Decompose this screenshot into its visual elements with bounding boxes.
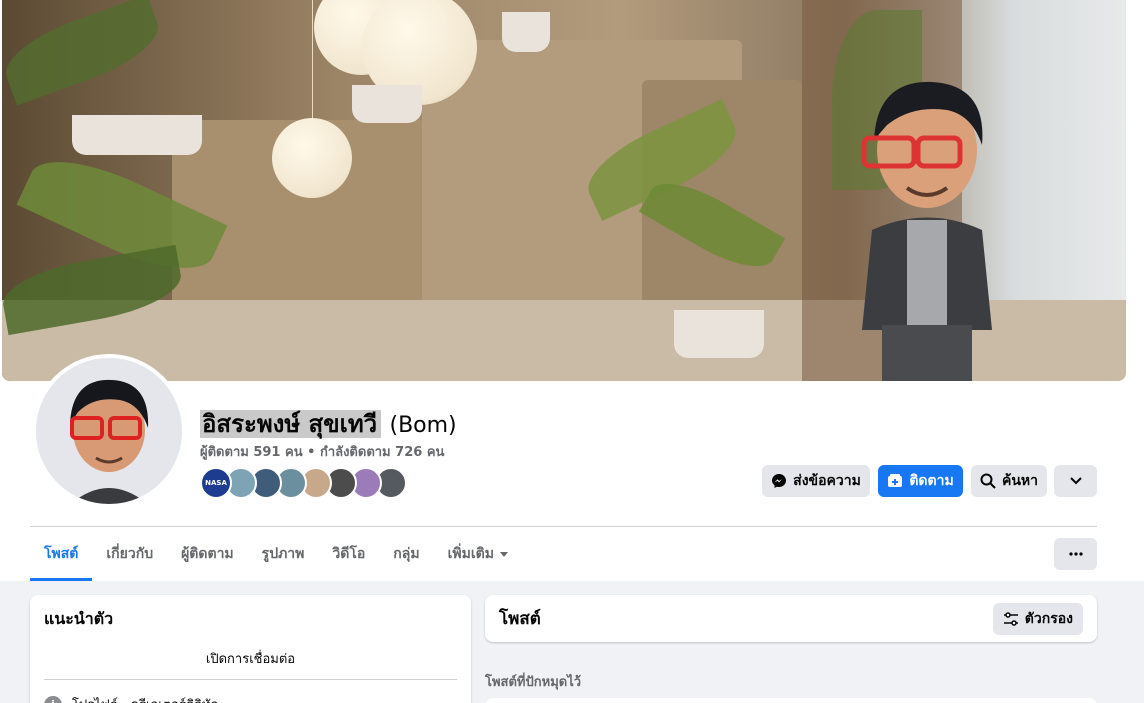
tab-photos[interactable]: รูปภาพ: [248, 527, 319, 581]
profile-picture[interactable]: [32, 354, 186, 508]
search-button[interactable]: ค้นหา: [971, 465, 1047, 497]
tab-more[interactable]: เพิ่มเติม: [434, 527, 522, 581]
tab-label: วิดีโอ: [332, 546, 366, 562]
profile-alternate-name: (Bom): [389, 413, 457, 438]
plant-pot: [502, 12, 550, 52]
friend-avatar-stack: NASA: [200, 467, 407, 499]
profile-tabs: โพสต์ เกี่ยวกับ ผู้ติดตาม รูปภาพ วิดีโอ …: [30, 527, 522, 581]
dropdown-caret-icon: [499, 551, 508, 557]
posts-title: โพสต์: [499, 609, 541, 629]
tab-label: เกี่ยวกับ: [106, 546, 154, 562]
search-label: ค้นหา: [1001, 473, 1039, 489]
profile-name-heading: อิสระพงษ์ สุขเทวี (Bom): [200, 404, 457, 443]
message-button[interactable]: ส่งข้อความ: [762, 465, 870, 497]
message-label: ส่งข้อความ: [793, 473, 861, 489]
follow-button[interactable]: ติดตาม: [878, 465, 963, 497]
tab-label: ผู้ติดตาม: [181, 546, 234, 562]
cover-photo[interactable]: [2, 0, 1126, 381]
intro-profile-text: โปรไฟล์ · ครีเอเตอร์ดิจิทัล: [72, 694, 219, 703]
plant-pot: [72, 115, 202, 155]
expand-button[interactable]: [1054, 465, 1097, 497]
cover-avatar-figure: [861, 81, 992, 381]
tab-about[interactable]: เกี่ยวกับ: [92, 527, 167, 581]
profile-header: อิสระพงษ์ สุขเทวี (Bom) ผู้ติดตาม 591 คน…: [0, 0, 1144, 581]
friend-avatar[interactable]: NASA: [200, 467, 232, 499]
intro-card: แนะนำตัว เปิดการเชื่อมต่อ i โปรไฟล์ · คร…: [30, 595, 471, 703]
messenger-icon: [772, 474, 787, 488]
follow-icon: [888, 474, 903, 487]
more-options-button[interactable]: [1054, 538, 1097, 570]
more-horizontal-icon: [1068, 552, 1083, 556]
filter-button[interactable]: ตัวกรอง: [992, 602, 1083, 635]
tab-label: รูปภาพ: [261, 546, 305, 562]
tab-groups[interactable]: กลุ่ม: [379, 527, 433, 581]
posts-header-card: โพสต์ ตัวกรอง: [485, 595, 1097, 642]
tab-videos[interactable]: วิดีโอ: [318, 527, 379, 581]
filter-icon: [1003, 611, 1018, 626]
pendant-lamp: [272, 118, 352, 198]
profile-name: อิสระพงษ์ สุขเทวี: [200, 410, 382, 438]
tab-label: กลุ่ม: [393, 546, 420, 562]
open-connection-link[interactable]: เปิดการเชื่อมต่อ: [44, 648, 457, 680]
intro-profile-row: i โปรไฟล์ · ครีเอเตอร์ดิจิทัล: [44, 694, 457, 703]
plant-pot: [674, 310, 764, 358]
follower-stats[interactable]: ผู้ติดตาม 591 คน • กำลังติดตาม 726 คน: [200, 441, 444, 462]
tab-label: เพิ่มเติม: [447, 546, 494, 562]
pinned-posts-label: โพสต์ที่ปักหมุดไว้: [485, 675, 582, 690]
plant-leaf: [2, 0, 168, 106]
filter-label: ตัวกรอง: [1024, 610, 1073, 627]
search-icon: [980, 473, 996, 489]
chevron-down-icon: [1069, 477, 1082, 485]
tab-posts[interactable]: โพสต์: [30, 527, 93, 581]
avatar-icon: [36, 358, 182, 504]
info-icon: i: [44, 695, 62, 703]
intro-title: แนะนำตัว: [44, 609, 114, 628]
plant-pot: [352, 85, 422, 123]
lamp-wire: [312, 0, 313, 120]
pinned-post-card: [485, 698, 1097, 703]
follow-label: ติดตาม: [909, 473, 954, 489]
tab-followers[interactable]: ผู้ติดตาม: [167, 527, 248, 581]
tab-label: โพสต์: [44, 546, 79, 562]
